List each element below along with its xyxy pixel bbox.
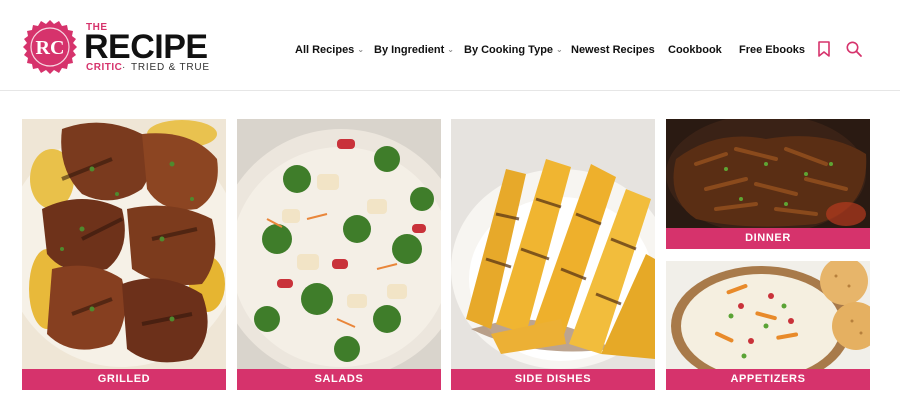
search-icon[interactable]	[845, 40, 863, 58]
chevron-down-icon: ⌄	[556, 45, 563, 54]
shredded-pork-photo	[666, 119, 870, 228]
category-card-side-dishes[interactable]: SIDE DISHES	[451, 119, 655, 390]
nav-label: Cookbook	[668, 44, 722, 56]
nav-item-all-recipes[interactable]: All Recipes ⌄	[295, 43, 364, 58]
bookmark-icon[interactable]	[815, 40, 833, 58]
broccoli-salad-photo	[237, 119, 441, 369]
category-label: APPETIZERS	[666, 369, 870, 390]
dip-and-crackers-photo	[666, 261, 870, 369]
category-card-appetizers[interactable]: APPETIZERS	[666, 261, 870, 390]
category-label: DINNER	[666, 228, 870, 249]
grilled-chicken-photo	[22, 119, 226, 369]
chevron-down-icon: ⌄	[447, 45, 454, 54]
nav-label: By Cooking Type	[464, 44, 554, 56]
nav-label: By Ingredient	[374, 44, 445, 56]
category-label: SALADS	[237, 369, 441, 390]
logo-tagline: TRIED & TRUE	[131, 62, 210, 73]
nav-item-by-cooking-type[interactable]: By Cooking Type ⌄	[464, 43, 563, 58]
nav-item-newest-recipes[interactable]: Newest Recipes	[571, 43, 655, 57]
category-label: SIDE DISHES	[451, 369, 655, 390]
chevron-down-icon: ⌄	[357, 45, 365, 54]
logo-monogram: RC	[36, 37, 65, 59]
grilled-pineapple-photo	[451, 119, 655, 369]
category-label: GRILLED	[22, 369, 226, 390]
nav-item-cookbook[interactable]: Cookbook	[668, 43, 722, 57]
site-header: RC THE RECIPE CRITIC · TRIED & TRUE All …	[0, 0, 900, 91]
site-logo[interactable]: RC THE RECIPE CRITIC · TRIED & TRUE	[22, 19, 222, 79]
nav-item-free-ebooks[interactable]: Free Ebooks	[739, 43, 805, 57]
nav-label: Newest Recipes	[571, 44, 655, 56]
logo-critic: CRITIC	[86, 62, 123, 73]
category-card-salads[interactable]: SALADS	[237, 119, 441, 390]
nav-label: All Recipes	[295, 44, 355, 56]
logo-separator: ·	[122, 62, 126, 73]
category-card-grilled[interactable]: GRILLED	[22, 119, 226, 390]
logo-badge-icon: RC	[23, 20, 77, 74]
nav-label: Free Ebooks	[739, 44, 806, 56]
nav-item-by-ingredient[interactable]: By Ingredient ⌄	[374, 43, 454, 58]
logo-wordmark: RECIPE	[84, 28, 208, 66]
category-card-dinner[interactable]: DINNER	[666, 119, 870, 249]
